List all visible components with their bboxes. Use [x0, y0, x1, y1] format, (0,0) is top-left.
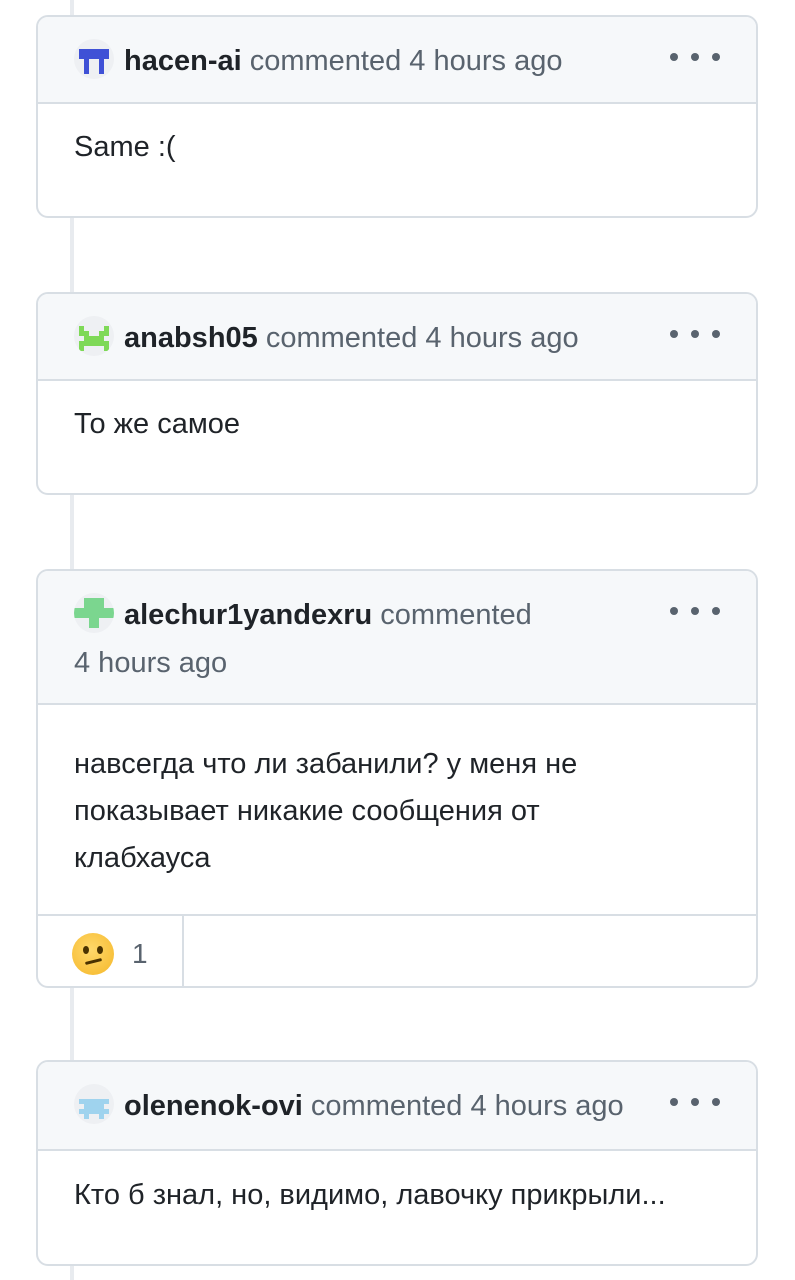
avatar[interactable]: [74, 39, 114, 79]
comment-body: навсегда что ли забанили? у меня не пока…: [38, 705, 756, 914]
comment-header: anabsh05 commented 4 hours ago: [38, 294, 756, 381]
comment-author[interactable]: hacen-ai: [124, 45, 242, 77]
more-options-icon[interactable]: [670, 316, 720, 352]
comment-body: То же самое: [38, 381, 756, 448]
comment-timestamp-continued[interactable]: 4 hours ago: [74, 647, 227, 679]
comment-header: hacen-ai commented 4 hours ago: [38, 17, 756, 104]
comment-timestamp[interactable]: commented: [380, 599, 532, 631]
more-options-icon[interactable]: [670, 39, 720, 75]
comment-author[interactable]: anabsh05: [124, 322, 258, 354]
more-options-icon[interactable]: [670, 1084, 720, 1120]
comment-text-line: Same :(: [74, 131, 176, 163]
comment-body: Кто б знал, но, видимо, лавочку прикрыли…: [38, 1151, 756, 1219]
comment-header: alechur1yandexru commented 4 hours ago: [38, 571, 756, 705]
reaction-count: 1: [132, 938, 148, 969]
comment-header: olenenok-ovi commented 4 hours ago: [38, 1062, 756, 1151]
reaction-button[interactable]: 1: [38, 916, 184, 986]
avatar[interactable]: [74, 1084, 114, 1124]
comment-card: hacen-ai commented 4 hours ago Same :(: [36, 15, 758, 218]
comment-text-line: Кто б знал, но, видимо, лавочку прикрыли…: [74, 1179, 666, 1211]
comment-timestamp[interactable]: commented 4 hours ago: [311, 1090, 624, 1122]
confused-face-icon: [72, 933, 114, 975]
comment-author[interactable]: olenenok-ovi: [124, 1090, 303, 1122]
more-options-icon[interactable]: [670, 593, 720, 629]
comment-text-line: показывает никакие сообщения от: [74, 795, 540, 827]
comment-author[interactable]: alechur1yandexru: [124, 599, 372, 631]
avatar[interactable]: [74, 316, 114, 356]
comment-card: olenenok-ovi commented 4 hours ago Кто б…: [36, 1060, 758, 1266]
comment-text-line: То же самое: [74, 408, 241, 440]
comment-timestamp[interactable]: commented 4 hours ago: [250, 45, 563, 77]
avatar[interactable]: [74, 593, 114, 633]
reactions-bar: 1: [38, 914, 756, 986]
comment-card: anabsh05 commented 4 hours ago То же сам…: [36, 292, 758, 495]
comment-text-line: клабхауса: [74, 842, 211, 874]
comment-text-line: навсегда что ли забанили? у меня не: [74, 748, 578, 780]
comment-timestamp[interactable]: commented 4 hours ago: [266, 322, 579, 354]
comment-body: Same :(: [38, 104, 756, 171]
comment-card: alechur1yandexru commented 4 hours ago на…: [36, 569, 758, 988]
